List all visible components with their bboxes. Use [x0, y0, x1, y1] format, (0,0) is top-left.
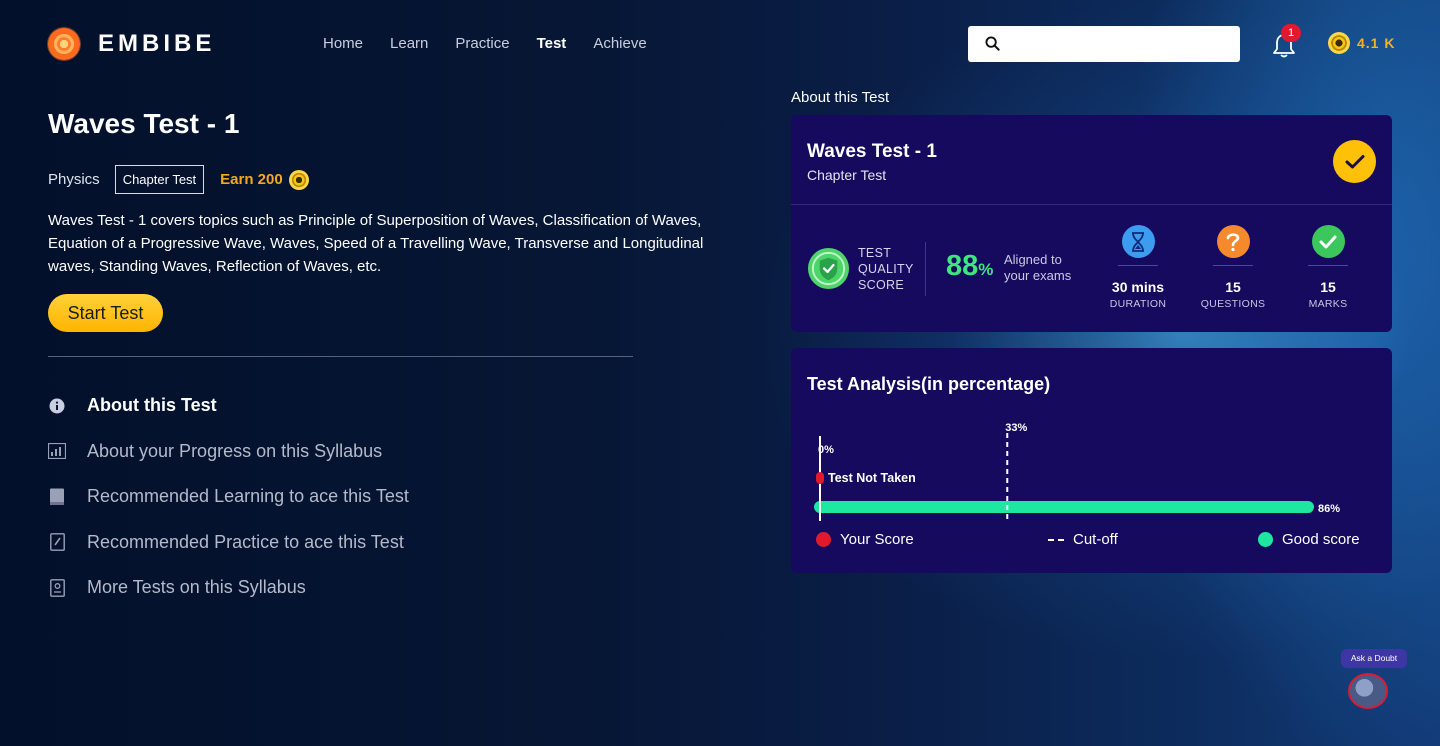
stat-marks: 15 MARKS: [1288, 225, 1368, 310]
divider: [1213, 265, 1253, 266]
your-score-label: 0%: [818, 444, 834, 456]
earn-reward: Earn 200: [220, 169, 309, 190]
search-icon: [985, 36, 1000, 51]
divider: [791, 204, 1392, 205]
legend-label: Your Score: [840, 531, 914, 548]
embibe-logo-icon: [48, 28, 80, 60]
test-summary-card: Waves Test - 1 Chapter Test TEST QUALITY…: [791, 115, 1392, 332]
quality-label-line: QUALITY: [858, 262, 914, 276]
question-icon: [1216, 225, 1250, 258]
coin-icon: [1328, 32, 1350, 54]
legend-dash: [1048, 538, 1064, 541]
divider: [1118, 265, 1158, 266]
section-label: About this Test: [87, 395, 217, 416]
stat-questions: 15 QUESTIONS: [1193, 225, 1273, 310]
test-meta: Physics Chapter Test Earn 200: [48, 165, 309, 194]
practice-sheet-icon: [48, 533, 66, 552]
legend-cutoff: Cut-off: [1048, 531, 1118, 548]
nav-home[interactable]: Home: [323, 35, 363, 52]
main-nav: Home Learn Practice Test Achieve: [323, 35, 674, 52]
stat-label: DURATION: [1109, 298, 1167, 310]
top-bar: EMBIBE Home Learn Practice Test Achieve …: [0, 0, 1440, 90]
subject-label: Physics: [48, 171, 100, 188]
section-recommended-practice[interactable]: Recommended Practice to ace this Test: [48, 520, 409, 566]
search-input[interactable]: [1010, 32, 1230, 56]
legend-label: Cut-off: [1073, 531, 1118, 548]
stat-duration: 30 mins DURATION: [1098, 225, 1178, 310]
brand-logo[interactable]: EMBIBE: [48, 28, 215, 60]
legend-dot-green: [1258, 532, 1273, 547]
divider: [1308, 265, 1348, 266]
card-subtitle: Chapter Test: [807, 167, 887, 183]
stat-label: MARKS: [1308, 298, 1348, 310]
nav-achieve[interactable]: Achieve: [593, 35, 646, 52]
cutoff-label: 33%: [1005, 422, 1027, 434]
nav-practice[interactable]: Practice: [455, 35, 509, 52]
search-box: [968, 26, 1240, 62]
ask-doubt-widget[interactable]: Ask a Doubt: [1341, 649, 1407, 713]
section-label: Recommended Learning to ace this Test: [87, 486, 409, 507]
quality-label-line: TEST: [858, 246, 892, 260]
quality-label-line: SCORE: [858, 278, 904, 292]
book-icon: [48, 488, 66, 506]
nav-learn[interactable]: Learn: [390, 35, 428, 52]
start-test-button[interactable]: Start Test: [48, 294, 163, 332]
page-title: Waves Test - 1: [48, 108, 240, 139]
test-overview: Waves Test - 1 Physics Chapter Test Earn…: [48, 108, 708, 332]
section-label: Recommended Practice to ace this Test: [87, 531, 404, 552]
section-list: About this Test About your Progress on t…: [48, 383, 409, 611]
legend-good-score: Good score: [1258, 531, 1360, 548]
section-progress-syllabus[interactable]: About your Progress on this Syllabus: [48, 429, 409, 475]
good-score-label: 86%: [1318, 503, 1340, 515]
card-title: Waves Test - 1: [807, 141, 937, 162]
aligned-line: Aligned to: [1004, 252, 1062, 267]
test-paper-icon: [48, 578, 66, 597]
progress-chart-icon: [48, 442, 66, 460]
section-more-tests[interactable]: More Tests on this Syllabus: [48, 565, 409, 611]
coin-icon: [288, 169, 309, 190]
coins-value: 4.1 K: [1357, 35, 1396, 51]
info-icon: [48, 397, 66, 415]
test-type-chip: Chapter Test: [114, 165, 205, 194]
legend-dot-red: [816, 532, 831, 547]
nav-test[interactable]: Test: [537, 35, 567, 52]
analysis-title: Test Analysis(in percentage): [807, 374, 1051, 394]
section-label: About your Progress on this Syllabus: [87, 440, 383, 461]
shield-check-icon: [807, 247, 850, 290]
hourglass-icon: [1121, 225, 1155, 258]
divider: [48, 356, 633, 357]
stat-label: QUESTIONS: [1200, 298, 1266, 310]
stat-value: 30 mins: [1111, 279, 1165, 295]
your-score-marker: [816, 472, 824, 484]
aligned-text: Aligned to your exams: [1004, 252, 1071, 284]
section-about-test[interactable]: About this Test: [48, 383, 409, 429]
test-description: Waves Test - 1 covers topics such as Pri…: [48, 212, 704, 275]
stat-value: 15: [1320, 279, 1336, 295]
divider: [925, 242, 926, 296]
brand-name: EMBIBE: [98, 30, 216, 57]
ask-doubt-label: Ask a Doubt: [1341, 649, 1407, 668]
check-icon: [1333, 140, 1376, 183]
about-test-heading: About this Test: [791, 89, 890, 106]
section-label: More Tests on this Syllabus: [87, 577, 306, 598]
test-analysis-card: Test Analysis(in percentage) 86% 33% 0% Tes…: [791, 348, 1392, 573]
aligned-line: your exams: [1004, 268, 1072, 283]
earn-label: Earn 200: [220, 171, 283, 188]
legend-label: Good score: [1282, 531, 1360, 548]
your-score-note: Test Not Taken: [828, 471, 916, 485]
quality-score-unit: %: [978, 260, 994, 279]
quality-score-value: 88: [946, 250, 979, 282]
check-icon: [1311, 225, 1345, 258]
coins-balance[interactable]: 4.1 K: [1328, 32, 1395, 54]
robot-avatar-icon: [1348, 673, 1388, 709]
test-quality-label: TEST QUALITY SCORE: [858, 245, 914, 293]
legend-your-score: Your Score: [816, 531, 914, 548]
section-recommended-learning[interactable]: Recommended Learning to ace this Test: [48, 474, 409, 520]
notification-badge: 1: [1281, 24, 1301, 42]
stat-value: 15: [1225, 279, 1241, 295]
quality-score: 88%: [946, 250, 993, 283]
